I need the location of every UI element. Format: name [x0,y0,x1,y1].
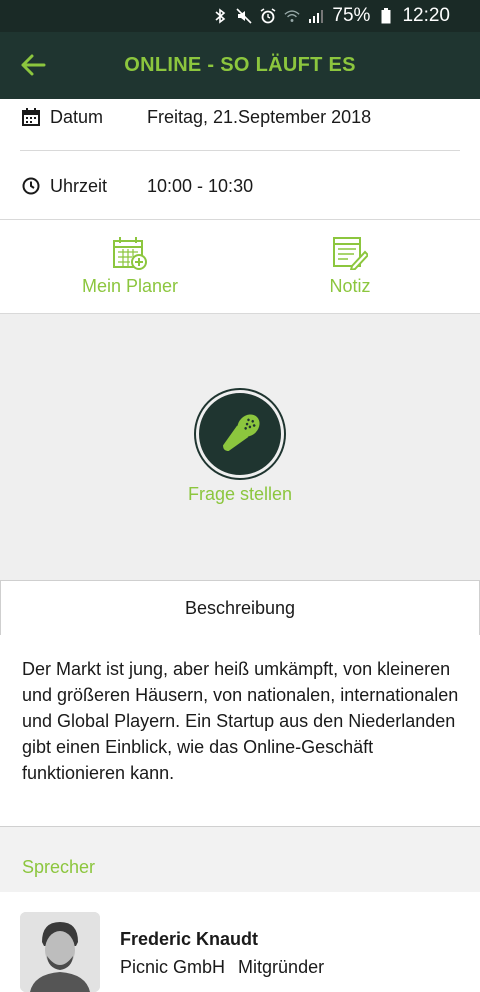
date-label: Datum [50,106,104,127]
speaker-section-header: Sprecher [0,826,480,892]
description-text: Der Markt ist jung, aber heiß umkämpft, … [22,659,459,783]
mute-icon [236,8,252,24]
calendar-add-icon [113,237,147,270]
clock-icon [21,176,41,196]
time-value: 10:00 - 10:30 [147,175,254,196]
speaker-meta: Picnic GmbH Mitgründer [120,957,324,978]
calendar-icon [21,107,41,127]
ask-question-label[interactable]: Frage stellen [0,484,480,505]
signal-icon [308,8,324,24]
battery-level: 75% [332,5,371,26]
note-label: Notiz [329,276,371,296]
question-area: Frage stellen [0,314,480,580]
bluetooth-icon [212,8,228,24]
status-bar: 75% 12:20 [0,0,480,32]
app-bar: ONLINE - SO LÄUFT ES [0,32,480,99]
action-row: Mein Planer Notiz [0,220,480,313]
avatar [20,912,100,992]
note-edit-icon [333,237,368,270]
ask-question-button[interactable] [196,390,284,478]
my-planner-button[interactable]: Mein Planer [10,220,250,313]
arrow-left-icon[interactable] [18,50,48,80]
page-title: ONLINE - SO LÄUFT ES [124,54,356,76]
speaker-company: Picnic GmbH [120,957,226,977]
wifi-icon [284,8,300,24]
time-row: Uhrzeit 10:00 - 10:30 [0,161,480,211]
time-label: Uhrzeit [50,175,108,196]
date-row: Datum Freitag, 21.September 2018 [0,92,480,142]
tab-description[interactable]: Beschreibung [0,580,480,635]
speaker-header-label: Sprecher [22,857,96,877]
speaker-name: Frederic Knaudt [120,929,259,949]
date-value: Freitag, 21.September 2018 [147,106,372,127]
clock: 12:20 [402,5,450,26]
alarm-icon [260,8,276,24]
my-planner-label: Mein Planer [81,276,179,296]
speaker-item[interactable]: Frederic Knaudt Picnic GmbH Mitgründer [0,892,480,992]
speaker-role: Mitgründer [238,957,325,977]
divider [20,150,460,151]
microphone-icon [223,414,260,451]
note-button[interactable]: Notiz [230,220,470,313]
battery-icon [378,8,394,24]
